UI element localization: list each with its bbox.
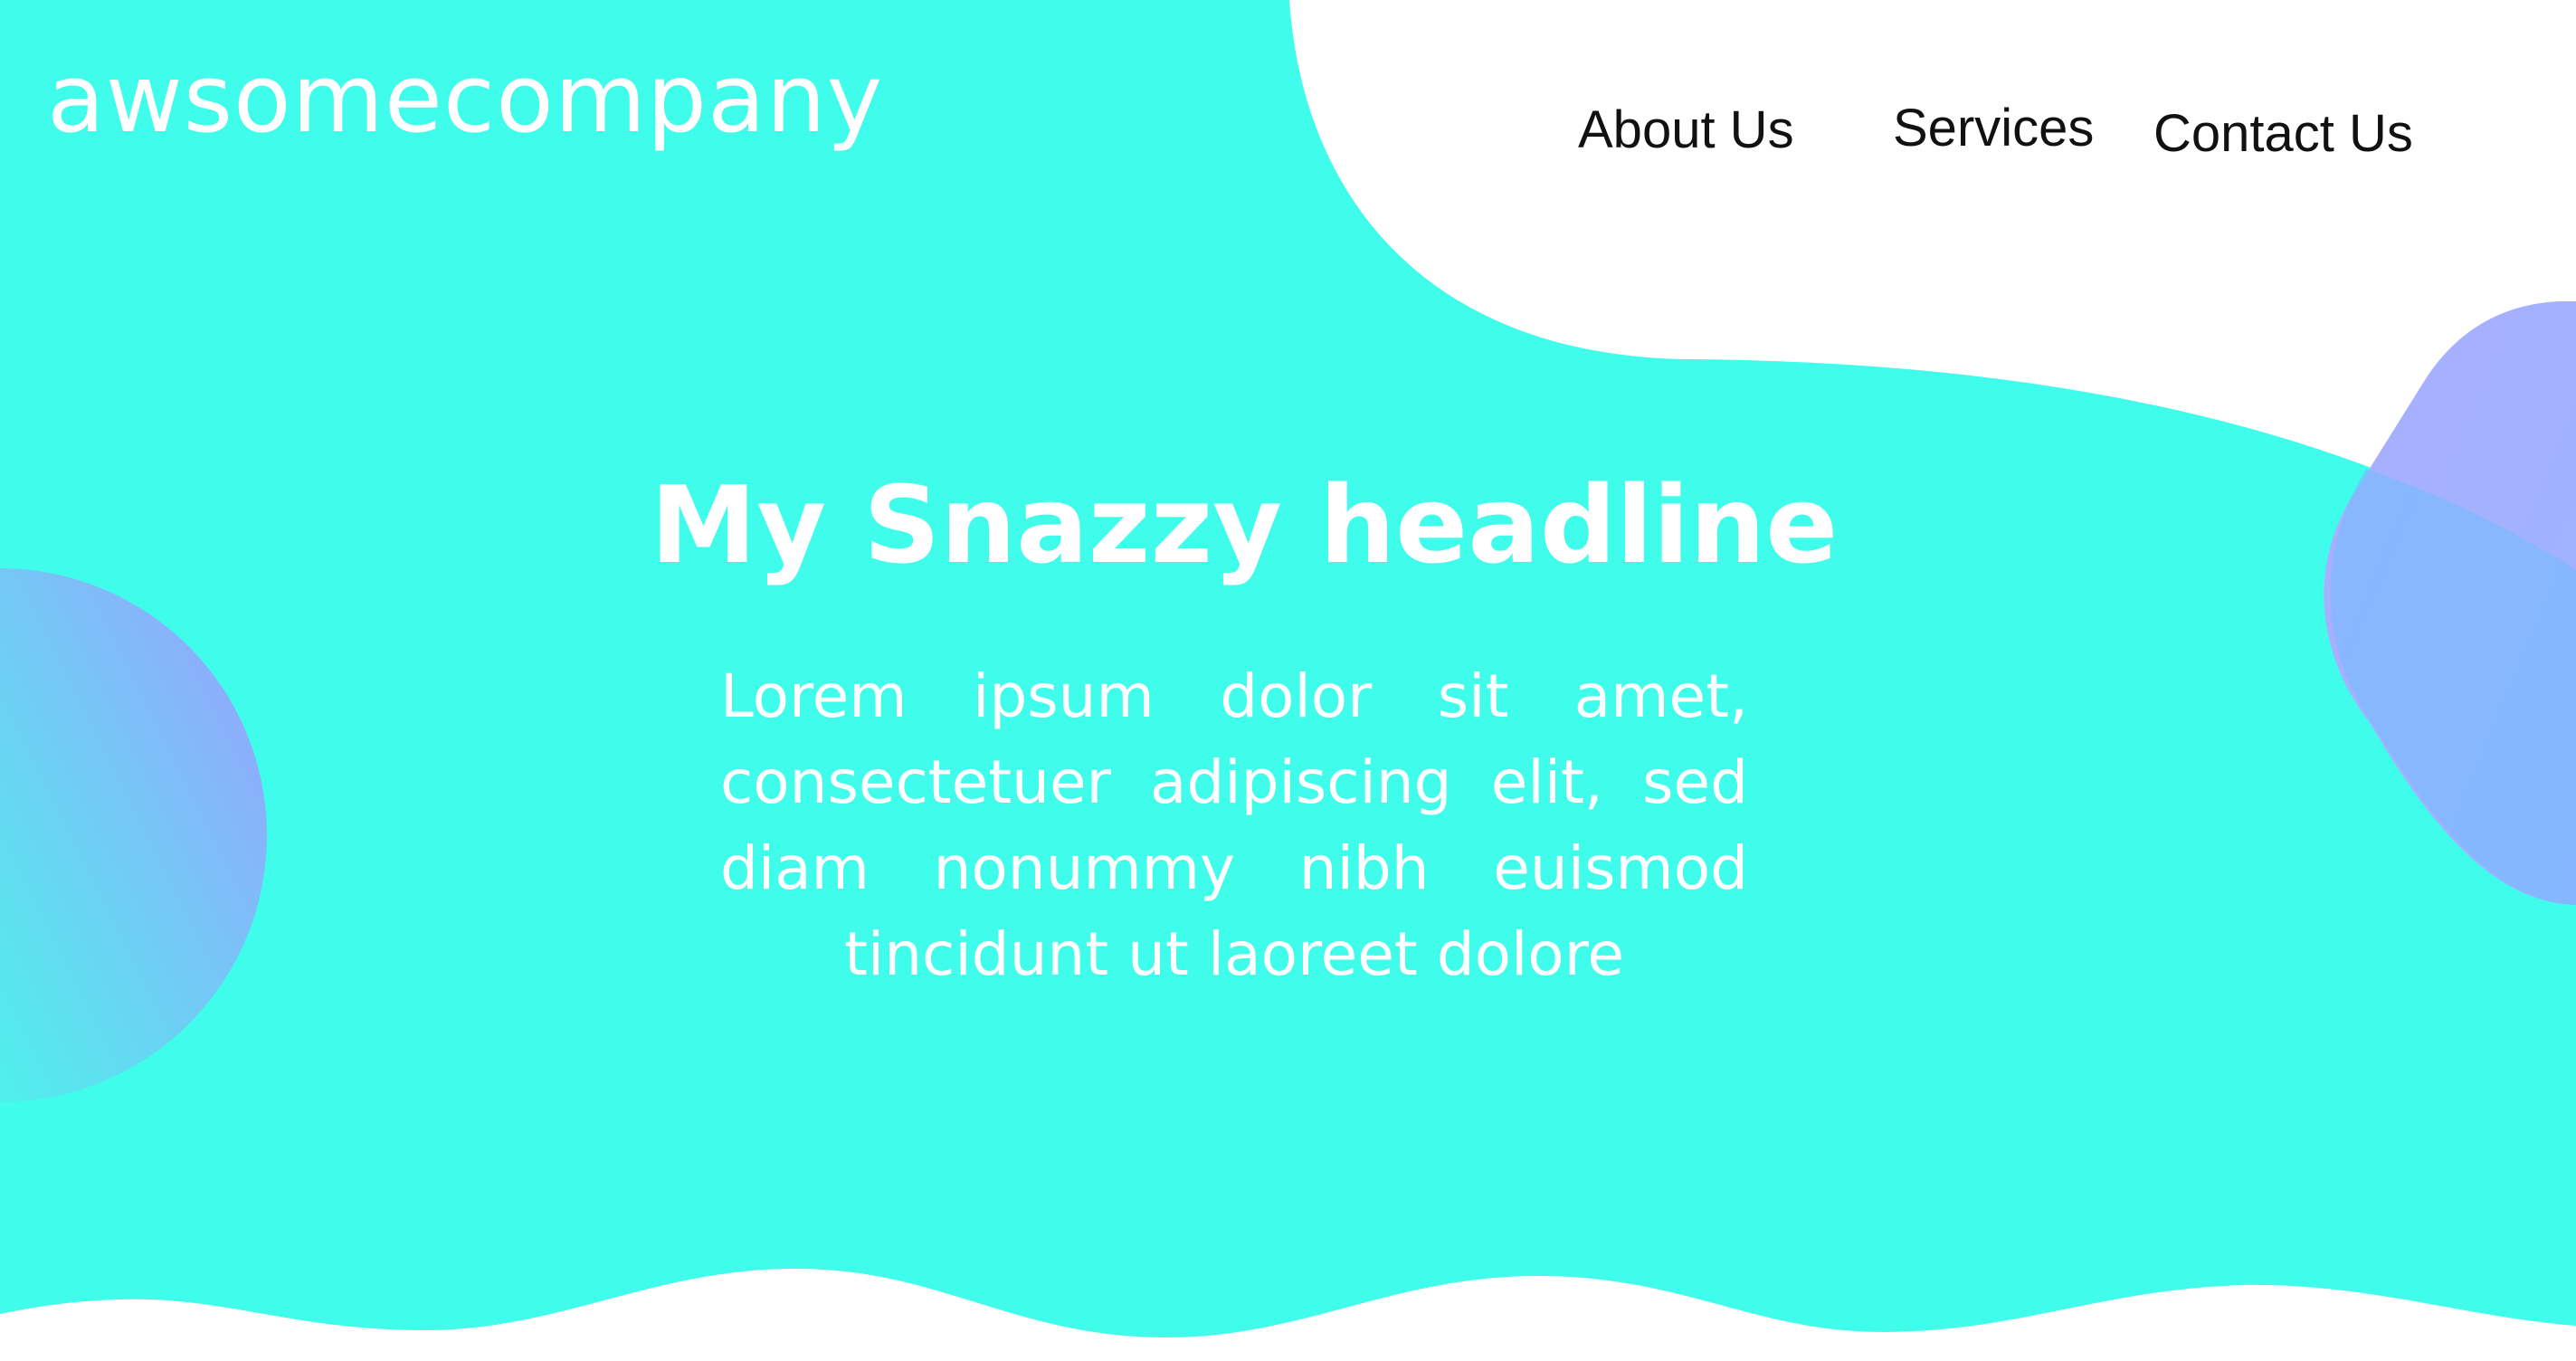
- company-logo[interactable]: awsomecompany: [47, 40, 883, 157]
- hero-headline: My Snazzy headline: [650, 462, 1839, 587]
- nav-link-about-us[interactable]: About Us: [1578, 98, 1794, 163]
- nav-link-contact-us[interactable]: Contact Us: [2153, 101, 2413, 167]
- landing-page: awsomecompany About Us Services Contact …: [0, 0, 2576, 1361]
- hero-body-text: Lorem ipsum dolor sit amet, consectetuer…: [720, 661, 1748, 989]
- nav-link-services[interactable]: Services: [1893, 96, 2094, 161]
